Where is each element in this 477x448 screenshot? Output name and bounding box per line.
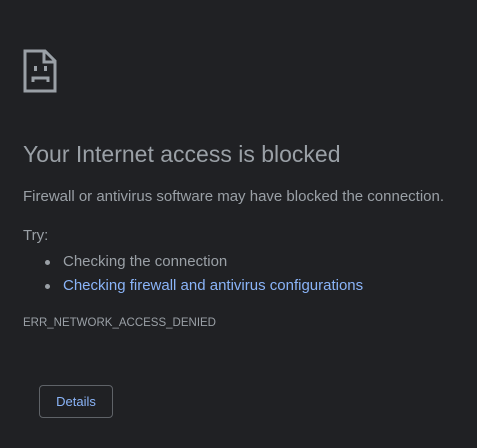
suggestions-list: Checking the connection Checking firewal… bbox=[23, 250, 363, 298]
firewall-antivirus-link[interactable]: Checking firewall and antivirus configur… bbox=[63, 277, 363, 294]
sad-page-icon bbox=[23, 49, 57, 93]
bullet-icon bbox=[45, 284, 50, 289]
error-description: Firewall or antivirus software may have … bbox=[23, 188, 445, 205]
try-label: Try: bbox=[23, 227, 49, 244]
suggestion-check-connection: Checking the connection bbox=[63, 253, 228, 270]
suggestion-item: Checking firewall and antivirus configur… bbox=[23, 274, 363, 298]
suggestion-item: Checking the connection bbox=[23, 250, 363, 274]
error-page: Your Internet access is blocked Firewall… bbox=[0, 0, 477, 448]
details-button[interactable]: Details bbox=[39, 385, 113, 418]
page-title: Your Internet access is blocked bbox=[23, 141, 341, 167]
error-code: ERR_NETWORK_ACCESS_DENIED bbox=[23, 317, 216, 329]
bullet-icon bbox=[45, 260, 50, 265]
